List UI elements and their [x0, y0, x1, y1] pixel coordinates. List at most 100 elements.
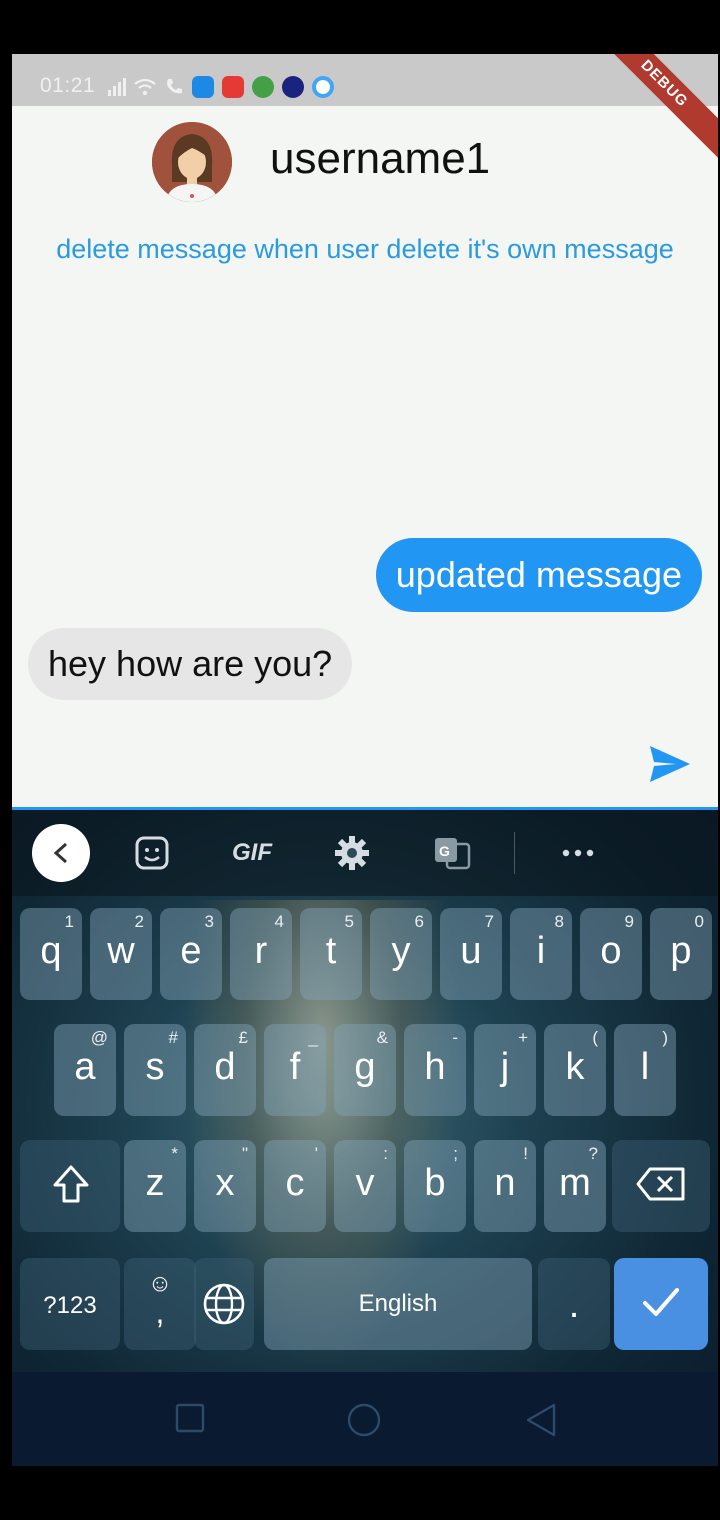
avatar-person-icon [152, 122, 232, 202]
key-hint-label: 8 [554, 912, 564, 931]
keyboard-toolbar: GIF G [12, 810, 718, 896]
key-hint-label: @ [90, 1028, 108, 1047]
key-hint-label: " [241, 1144, 248, 1163]
space-key[interactable]: English [264, 1258, 532, 1350]
sent-message-bubble[interactable]: updated message [375, 538, 702, 612]
shift-icon [53, 1165, 89, 1203]
key-hint-label: 4 [274, 912, 284, 931]
language-key[interactable] [194, 1258, 254, 1350]
symbols-key[interactable]: ?123 [20, 1258, 120, 1350]
key-j[interactable]: + j [474, 1024, 536, 1116]
key-o[interactable]: 9o [580, 908, 642, 1000]
key-c[interactable]: ' c [264, 1140, 326, 1232]
key-hint-label: 3 [204, 912, 214, 931]
key-label: o [600, 930, 622, 972]
sticker-icon [135, 836, 169, 870]
key-label: l [640, 1046, 650, 1088]
key-k[interactable]: (k [544, 1024, 606, 1116]
key-q[interactable]: 1q [20, 908, 82, 1000]
done-key[interactable] [614, 1258, 708, 1350]
key-h[interactable]: -h [404, 1024, 466, 1116]
key-label: y [391, 930, 411, 972]
key-hint-label: 9 [624, 912, 634, 931]
gear-icon [335, 836, 369, 870]
sticker-button[interactable] [130, 826, 174, 880]
back-nav-icon[interactable] [524, 1402, 558, 1438]
chat-header: username1 [12, 106, 718, 216]
globe-icon [203, 1283, 245, 1325]
key-n[interactable]: ! n [474, 1140, 536, 1232]
key-label: u [460, 930, 482, 972]
phone-screen: 01:21 DEBUG username1 delete message whe… [12, 54, 718, 1466]
key-hint-label: + [518, 1028, 528, 1047]
recents-icon[interactable] [174, 1402, 206, 1434]
delete-notice-text: delete message when user delete it's own… [56, 234, 674, 264]
key-e[interactable]: 3e [160, 908, 222, 1000]
key-label: k [565, 1046, 585, 1088]
more-button[interactable] [558, 826, 598, 880]
key-x[interactable]: " x [194, 1140, 256, 1232]
gif-button[interactable]: GIF [224, 826, 280, 880]
key-hint-label: 6 [414, 912, 424, 931]
translate-button[interactable]: G [430, 826, 474, 880]
back-button[interactable] [32, 824, 90, 882]
status-icons [108, 76, 334, 98]
key-hint-label: ) [662, 1028, 668, 1047]
received-message-bubble[interactable]: hey how are you? [28, 628, 353, 700]
key-z[interactable]: * z [124, 1140, 186, 1232]
key-hint-label: # [168, 1028, 178, 1047]
key-w[interactable]: 2w [90, 908, 152, 1000]
key-m[interactable]: ? m [544, 1140, 606, 1232]
key-hint-label: ; [453, 1144, 458, 1163]
phone-notification-icon [312, 76, 334, 98]
key-b[interactable]: ; b [404, 1140, 466, 1232]
key-label: x [215, 1162, 235, 1204]
backspace-icon [636, 1167, 685, 1201]
soft-keyboard: GIF G 1 q 2 w 3 e 4 r 5 t 6 y 7 u 8 i 9 … [12, 810, 718, 1466]
key-g[interactable]: & g [334, 1024, 396, 1116]
emoji-comma-key[interactable]: ☺ , [124, 1258, 196, 1350]
key-a[interactable]: @ a [54, 1024, 116, 1116]
key-label: j [500, 1046, 510, 1088]
key-u[interactable]: 7u [440, 908, 502, 1000]
status-time: 01:21 [40, 74, 96, 97]
key-label: v [355, 1162, 375, 1204]
key-hint-label: - [452, 1028, 458, 1047]
period-key[interactable]: . [538, 1258, 610, 1350]
backspace-key[interactable] [612, 1140, 710, 1232]
settings-button[interactable] [330, 826, 374, 880]
key-p[interactable]: 0p [650, 908, 712, 1000]
news-notification-icon [282, 76, 304, 98]
key-label: g [354, 1046, 376, 1088]
home-icon[interactable] [346, 1402, 382, 1438]
key-hint-label: 7 [484, 912, 494, 931]
video-notification-icon [222, 76, 244, 98]
key-hint-label: 2 [134, 912, 144, 931]
avatar[interactable] [152, 122, 232, 202]
shift-key[interactable] [20, 1140, 120, 1232]
status-bar: 01:21 DEBUG [12, 54, 718, 165]
key-t[interactable]: 5t [300, 908, 362, 1000]
chevron-left-icon [53, 842, 68, 864]
key-label: h [424, 1046, 446, 1088]
key-label: q [40, 930, 62, 972]
key-s[interactable]: # s [124, 1024, 186, 1116]
key-hint-label: ' [314, 1144, 318, 1163]
key-l[interactable]: ) l [614, 1024, 676, 1116]
key-y[interactable]: 6y [370, 908, 432, 1000]
key-d[interactable]: £ d [194, 1024, 256, 1116]
key-hint-label: * [171, 1144, 178, 1163]
key-label: r [254, 930, 268, 972]
key-r[interactable]: 4r [230, 908, 292, 1000]
key-label: a [74, 1046, 96, 1088]
key-v[interactable]: :v [334, 1140, 396, 1232]
key-i[interactable]: 8i [510, 908, 572, 1000]
send-icon[interactable] [648, 744, 692, 784]
check-icon [643, 1288, 679, 1316]
key-hint-label: £ [238, 1028, 248, 1047]
key-hint-label: 0 [694, 912, 704, 931]
key-f[interactable]: _ f [264, 1024, 326, 1116]
key-label: s [145, 1046, 165, 1088]
key-hint-label: _ [308, 1028, 318, 1047]
key-hint-label: ? [588, 1144, 598, 1163]
